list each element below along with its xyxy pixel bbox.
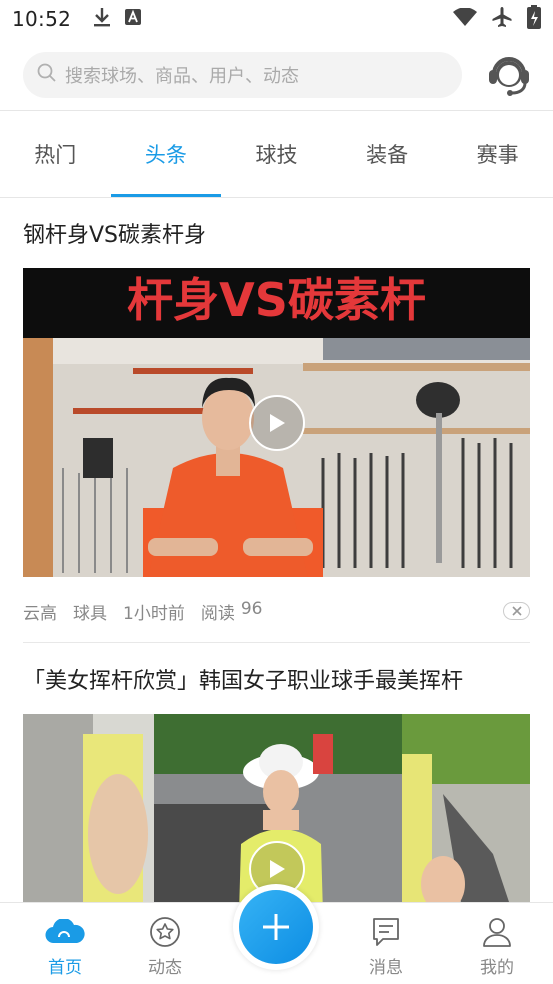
nav-label: 首页	[48, 958, 82, 978]
tab-skills[interactable]: 球技	[221, 111, 332, 197]
video-thumbnail[interactable]	[23, 714, 530, 902]
nav-label: 我的	[480, 958, 514, 978]
article-views-count: 96	[240, 598, 263, 619]
article-time: 1小时前	[123, 603, 185, 624]
nav-label: 消息	[369, 958, 403, 978]
font-a-icon	[125, 9, 142, 29]
download-icon	[93, 7, 111, 31]
airplane-icon	[491, 6, 513, 32]
tab-events[interactable]: 赛事	[442, 111, 553, 197]
search-header: 搜索球场、商品、用户、动态	[0, 44, 553, 108]
play-icon	[270, 860, 285, 878]
plus-icon	[263, 914, 289, 940]
nav-home[interactable]: 首页	[15, 903, 115, 984]
search-input[interactable]: 搜索球场、商品、用户、动态	[23, 52, 462, 98]
article-divider	[23, 642, 530, 643]
video-thumbnail[interactable]: 杆身VS碳素杆	[23, 268, 530, 577]
article-title: 钢杆身VS碳素杆身	[23, 223, 207, 248]
close-icon	[511, 606, 522, 616]
publish-button[interactable]	[239, 890, 313, 964]
search-placeholder: 搜索球场、商品、用户、动态	[65, 66, 299, 87]
message-icon	[370, 916, 402, 948]
article-category: 球具	[73, 603, 107, 624]
play-button[interactable]	[249, 395, 305, 451]
cloud-home-icon	[45, 916, 85, 948]
status-time: 10:52	[12, 7, 72, 31]
article-views: 阅读 96	[201, 599, 263, 624]
video-banner-text: 杆身VS碳素杆	[127, 273, 426, 327]
nav-profile[interactable]: 我的	[447, 903, 547, 984]
nav-feed[interactable]: 动态	[115, 903, 215, 984]
article-card[interactable]: 「美女挥杆欣赏」韩国女子职业球手最美挥杆	[23, 668, 530, 696]
user-icon	[481, 916, 513, 948]
tab-hot[interactable]: 热门	[0, 111, 111, 197]
tab-equipment[interactable]: 装备	[332, 111, 443, 197]
battery-icon	[527, 5, 541, 33]
category-tabs: 热门 头条 球技 装备 赛事	[0, 111, 553, 197]
nav-messages[interactable]: 消息	[336, 903, 436, 984]
article-meta: 云高 球具 1小时前 阅读 96	[23, 599, 530, 624]
tab-headlines[interactable]: 头条	[110, 111, 222, 197]
article-views-label: 阅读	[200, 603, 235, 624]
article-title: 「美女挥杆欣赏」韩国女子职业球手最美挥杆	[23, 669, 464, 694]
news-feed: 钢杆身VS碳素杆身 杆身VS碳素杆 云高 球具 1小时前 阅读 96 「美女挥杆…	[0, 198, 553, 902]
nav-label: 动态	[148, 958, 182, 978]
headset-icon	[489, 57, 529, 96]
play-icon	[270, 414, 285, 432]
star-circle-icon	[149, 916, 181, 948]
article-card[interactable]: 钢杆身VS碳素杆身	[23, 222, 530, 250]
customer-service-button[interactable]	[486, 50, 532, 100]
status-bar: 10:52	[0, 0, 553, 38]
dismiss-article-button[interactable]	[503, 602, 530, 620]
article-author: 云高	[23, 603, 57, 624]
wifi-icon	[453, 7, 477, 30]
search-icon	[37, 63, 57, 87]
